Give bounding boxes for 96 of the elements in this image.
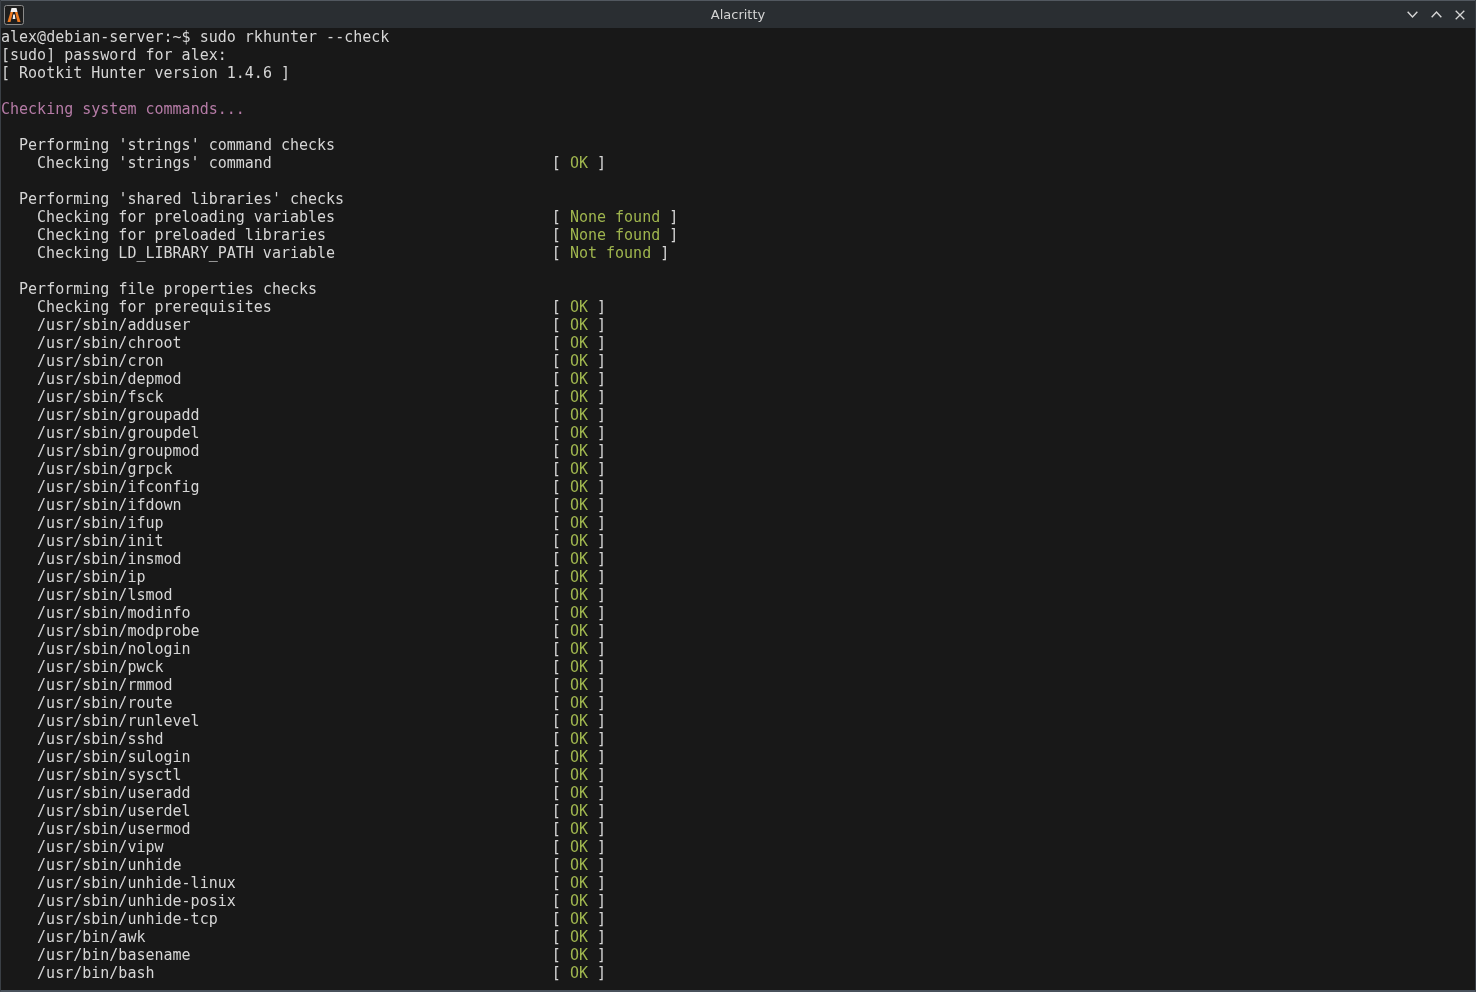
check-label: /usr/sbin/ifdown (37, 496, 182, 514)
check-status: [ OK ] (551, 802, 606, 820)
check-status: [ None found ] (551, 208, 679, 226)
check-status: [ OK ] (551, 910, 606, 928)
check-status: [ OK ] (551, 298, 606, 316)
terminal-output-line: [ Rootkit Hunter version 1.4.6 ] (1, 64, 290, 82)
check-status: [ OK ] (551, 532, 606, 550)
check-label: /usr/sbin/runlevel (37, 712, 200, 730)
check-status: [ OK ] (551, 586, 606, 604)
check-status: [ OK ] (551, 928, 606, 946)
check-status: [ OK ] (551, 748, 606, 766)
check-label: /usr/sbin/route (37, 694, 173, 712)
check-status: [ OK ] (551, 478, 606, 496)
check-status: [ OK ] (551, 568, 606, 586)
check-status: [ OK ] (551, 424, 606, 442)
check-label: /usr/bin/bash (37, 964, 155, 982)
window-title: Alacritty (710, 7, 766, 22)
check-status: [ OK ] (551, 334, 606, 352)
chevron-down-icon (1406, 11, 1418, 18)
check-label: /usr/sbin/useradd (37, 784, 191, 802)
check-status: [ OK ] (551, 388, 606, 406)
check-label: /usr/sbin/ifconfig (37, 478, 200, 496)
section-heading: Performing file properties checks (19, 280, 318, 298)
check-status: [ OK ] (551, 352, 606, 370)
check-status: [ OK ] (551, 694, 606, 712)
check-label: /usr/sbin/adduser (37, 316, 191, 334)
check-status: [ OK ] (551, 766, 606, 784)
terminal-output-line: alex@debian-server:~$ sudo rkhunter --check (1, 28, 390, 46)
check-label: Checking LD_LIBRARY_PATH variable (37, 244, 336, 262)
check-label: /usr/sbin/groupmod (37, 442, 200, 460)
check-label: Checking 'strings' command (37, 154, 272, 172)
check-label: /usr/sbin/depmod (37, 370, 182, 388)
check-label: /usr/sbin/sulogin (37, 748, 191, 766)
check-label: /usr/sbin/modinfo (37, 604, 191, 622)
check-label: /usr/sbin/unhide-tcp (37, 910, 218, 928)
check-label: /usr/sbin/nologin (37, 640, 191, 658)
check-status: [ OK ] (551, 514, 606, 532)
check-status: [ None found ] (551, 226, 679, 244)
check-status: [ OK ] (551, 964, 606, 982)
check-status: [ OK ] (551, 460, 606, 478)
check-label: /usr/sbin/unhide-posix (37, 892, 236, 910)
check-label: /usr/sbin/insmod (37, 550, 182, 568)
check-label: /usr/sbin/init (37, 532, 164, 550)
chevron-up-icon (1430, 11, 1442, 18)
check-status: [ OK ] (551, 442, 606, 460)
close-icon (1455, 9, 1465, 20)
check-label: /usr/sbin/fsck (37, 388, 164, 406)
check-label: /usr/sbin/usermod (37, 820, 191, 838)
check-label: /usr/sbin/ifup (37, 514, 164, 532)
check-status: [ OK ] (551, 658, 606, 676)
check-status: [ OK ] (551, 856, 606, 874)
check-label: /usr/sbin/vipw (37, 838, 164, 856)
check-status: [ OK ] (551, 874, 606, 892)
check-label: /usr/sbin/rmmod (37, 676, 173, 694)
check-label: /usr/sbin/groupadd (37, 406, 200, 424)
check-status: [ OK ] (551, 316, 606, 334)
check-label: /usr/sbin/ip (37, 568, 146, 586)
check-label: /usr/sbin/sshd (37, 730, 164, 748)
check-label: Checking for prerequisites (37, 298, 272, 316)
check-status: [ OK ] (551, 370, 606, 388)
check-status: [ OK ] (551, 946, 606, 964)
check-label: Checking for preloaded libraries (37, 226, 327, 244)
check-status: [ OK ] (551, 622, 606, 640)
terminal-output-line: [sudo] password for alex: (1, 46, 227, 64)
check-status: [ OK ] (551, 820, 606, 838)
check-status: [ OK ] (551, 406, 606, 424)
check-status: [ OK ] (551, 604, 606, 622)
check-label: /usr/sbin/userdel (37, 802, 191, 820)
app-logo-icon (4, 4, 24, 25)
check-status: [ OK ] (551, 892, 606, 910)
check-label: /usr/sbin/grpck (37, 460, 173, 478)
check-label: /usr/sbin/unhide-linux (37, 874, 236, 892)
check-label: /usr/sbin/lsmod (37, 586, 173, 604)
section-heading: Performing 'shared libraries' checks (19, 190, 345, 208)
check-label: Checking for preloading variables (37, 208, 336, 226)
check-status: [ OK ] (551, 784, 606, 802)
check-status: [ OK ] (551, 154, 606, 172)
check-status: [ Not found ] (551, 244, 670, 262)
check-label: /usr/sbin/groupdel (37, 424, 200, 442)
check-label: /usr/bin/basename (37, 946, 191, 964)
stage-heading: Checking system commands... (1, 100, 245, 118)
check-label: /usr/sbin/chroot (37, 334, 182, 352)
check-label: /usr/bin/awk (37, 928, 146, 946)
check-label: /usr/sbin/unhide (37, 856, 182, 874)
check-label: /usr/sbin/cron (37, 352, 164, 370)
check-status: [ OK ] (551, 676, 606, 694)
section-heading: Performing 'strings' command checks (19, 136, 336, 154)
check-status: [ OK ] (551, 838, 606, 856)
check-status: [ OK ] (551, 712, 606, 730)
check-label: /usr/sbin/pwck (37, 658, 164, 676)
check-label: /usr/sbin/modprobe (37, 622, 200, 640)
check-label: /usr/sbin/sysctl (37, 766, 182, 784)
check-status: [ OK ] (551, 550, 606, 568)
check-status: [ OK ] (551, 496, 606, 514)
check-status: [ OK ] (551, 640, 606, 658)
check-status: [ OK ] (551, 730, 606, 748)
